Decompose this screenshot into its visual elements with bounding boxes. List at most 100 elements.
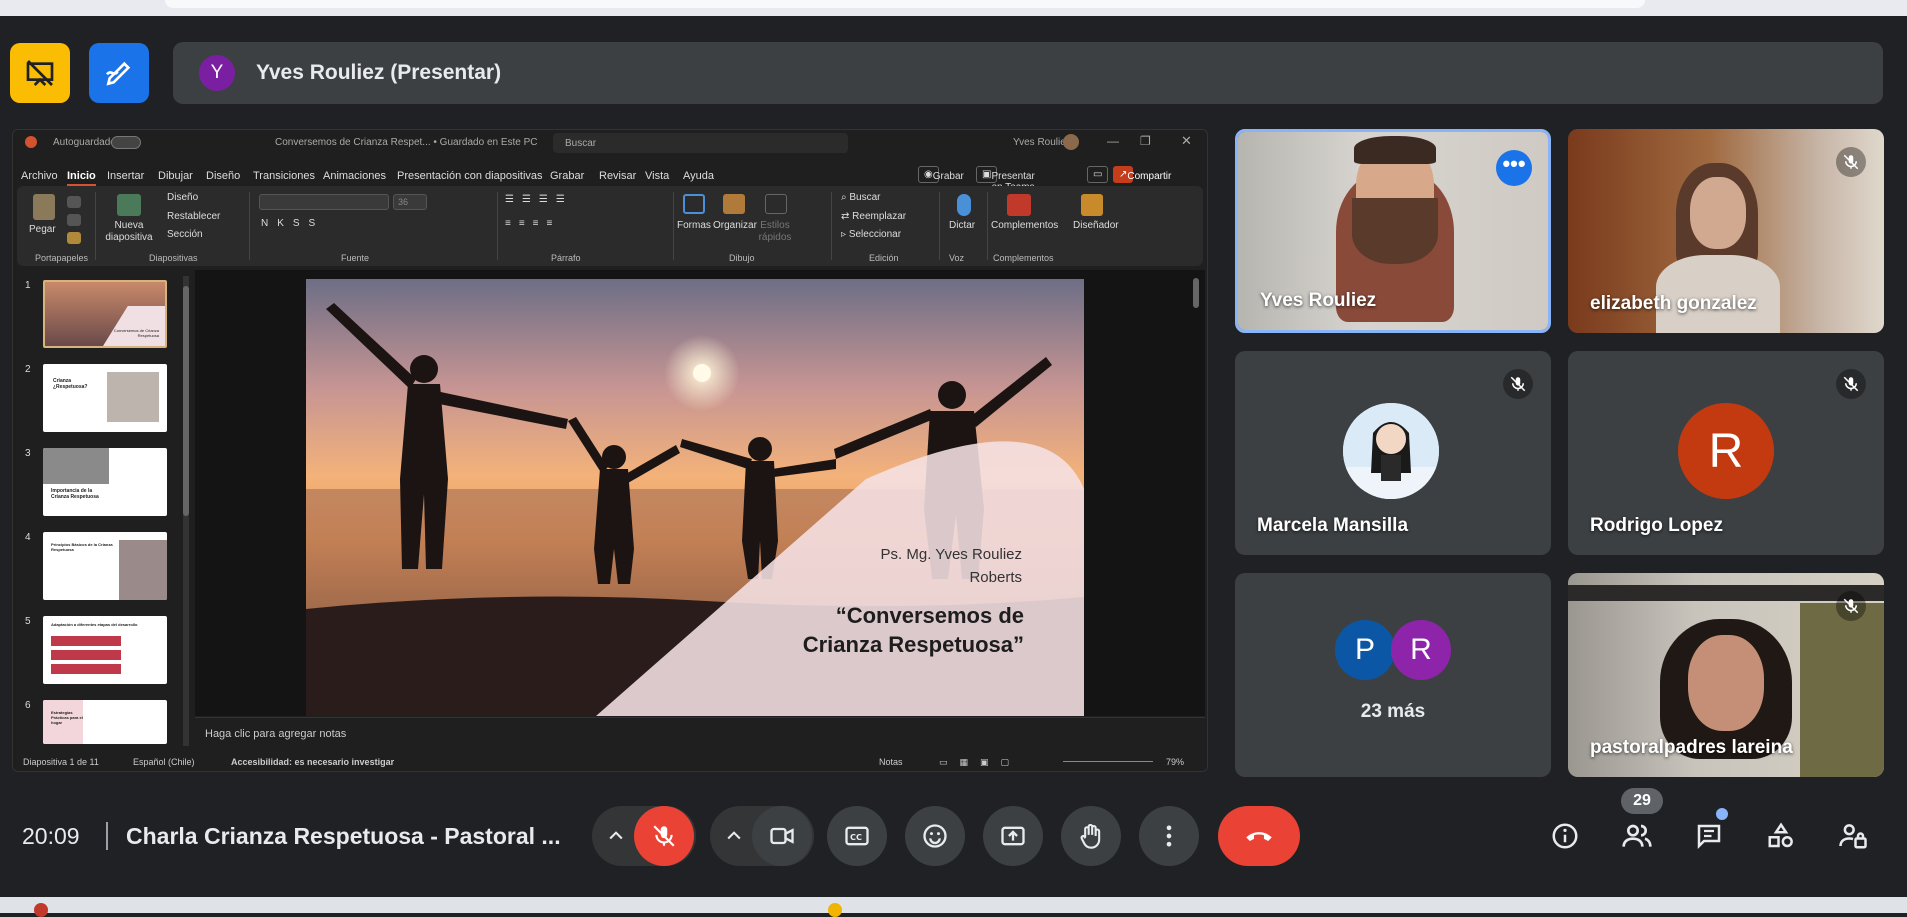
zoom-slider[interactable] [1063,761,1153,762]
tile-marcela-mansilla[interactable]: Marcela Mansilla [1235,351,1551,555]
ppt-ribbon: Pegar Nueva diapositiva Diseño Restablec… [17,186,1203,266]
leave-call-button[interactable] [1218,806,1300,866]
menu-inicio[interactable]: Inicio [67,170,96,186]
format-painter-icon[interactable] [67,232,81,244]
thumb-num-3: 3 [25,448,31,459]
meeting-info-button[interactable] [1548,819,1582,853]
close-icon[interactable]: ✕ [1181,133,1192,149]
select-button[interactable]: ▹ Seleccionar [841,229,901,240]
slide-thumb-5[interactable]: Adaptación a diferentes etapas del desar… [43,616,167,684]
info-icon [1552,823,1578,849]
menu-diseno[interactable]: Diseño [206,170,240,182]
raise-hand-button[interactable] [1061,806,1121,866]
menu-grabar[interactable]: Grabar [550,170,584,182]
presentation-off-icon [26,60,54,86]
menu-dibujar[interactable]: Dibujar [158,170,193,182]
teams-button[interactable]: ▣ Presentar en Teams [976,166,1035,193]
annotate-button[interactable] [89,43,149,103]
slide-thumb-1[interactable]: Conversemos de Crianza Respetuosa [43,280,167,348]
reactions-button[interactable] [905,806,965,866]
thumb-num-6: 6 [25,700,31,711]
quick-styles-icon[interactable] [765,194,787,214]
tile-more-participants[interactable]: P R 23 más [1235,573,1551,777]
menu-insertar[interactable]: Insertar [107,170,144,182]
font-family-select[interactable] [259,194,389,210]
present-screen-button[interactable] [983,806,1043,866]
notes-toggle[interactable]: Notas [879,757,903,767]
presentation-off-button[interactable] [10,43,70,103]
tile-pastoralpadres-lareina[interactable]: pastoralpadres lareina [1568,573,1884,777]
dictate-label: Dictar [949,220,976,231]
font-size-select[interactable]: 36 [393,194,427,210]
layout-button[interactable]: Diseño [167,192,198,203]
camera-toggle-button[interactable] [752,806,812,866]
reset-button[interactable]: Restablecer [167,211,220,222]
menu-archivo[interactable]: Archivo [21,170,58,182]
people-button[interactable] [1620,819,1654,853]
tile-rodrigo-lopez[interactable]: R Rodrigo Lopez [1568,351,1884,555]
record-button[interactable]: ◉ Grabar [918,166,964,183]
dictate-mic-icon[interactable] [957,194,971,216]
activities-button[interactable] [1764,819,1798,853]
new-slide-icon[interactable] [117,194,141,216]
arrange-icon[interactable] [723,194,745,214]
participant-count-badge: 29 [1621,788,1663,814]
slide-thumb-3[interactable]: Importancia de la Crianza Respetuosa [43,448,167,516]
tile-elizabeth-gonzalez[interactable]: elizabeth gonzalez [1568,129,1884,333]
more-options-button[interactable] [1139,806,1199,866]
pen-annotate-icon [105,61,131,86]
menu-ayuda[interactable]: Ayuda [683,170,714,182]
slide-thumb-6[interactable]: Estrategias Prácticas para el hogar [43,700,167,744]
videocam-icon [770,827,794,845]
font-style-buttons[interactable]: NKSS [261,218,324,229]
mic-toggle-button[interactable] [634,806,694,866]
menu-vista[interactable]: Vista [645,170,669,182]
captions-button[interactable]: CC [827,806,887,866]
share-button[interactable]: ↗ Compartir [1113,166,1171,183]
slide-thumb-4[interactable]: Principios Básicos de la Crianza Respetu… [43,532,167,600]
chevron-up-icon[interactable] [724,826,744,846]
minimize-icon[interactable]: — [1107,134,1119,148]
shapes-icon[interactable] [683,194,705,214]
tile-yves-rouliez[interactable]: ••• Yves Rouliez [1235,129,1551,333]
list-buttons[interactable]: ☰☰☰☰ [505,194,573,205]
mic-off-icon [1510,376,1526,392]
host-controls-button[interactable] [1836,819,1870,853]
quick-styles-label: Estilos rápidos [758,220,792,243]
chat-icon [1697,824,1721,850]
current-slide[interactable]: Ps. Mg. Yves Rouliez Roberts “Conversemo… [306,279,1084,716]
align-buttons[interactable]: ≡≡≡≡ [505,218,560,229]
designer-icon[interactable] [1081,194,1103,216]
replace-button[interactable]: ⇄ Reemplazar [841,211,906,222]
addins-icon[interactable] [1007,194,1031,216]
call-end-icon [1246,832,1272,841]
menu-animaciones[interactable]: Animaciones [323,170,386,182]
chevron-up-icon[interactable] [606,826,626,846]
paste-icon[interactable] [33,194,55,220]
thumbs-scrollbar[interactable] [183,276,189,746]
menu-presentacion[interactable]: Presentación con diapositivas [397,170,543,182]
menu-transiciones[interactable]: Transiciones [253,170,315,182]
more-options-icon[interactable]: ••• [1496,150,1532,186]
chat-button[interactable] [1692,819,1726,853]
find-button[interactable]: ⌕ Buscar [841,192,881,203]
slide-scrollbar[interactable] [1193,278,1199,308]
menu-revisar[interactable]: Revisar [599,170,636,182]
view-buttons[interactable]: ▭▦▣▢ [939,757,1021,768]
lock-person-icon [1839,824,1867,849]
restore-icon[interactable]: ❐ [1140,134,1151,148]
comment-button[interactable]: ▭ [1087,166,1109,183]
group-addins: Complementos [993,253,1054,263]
notes-pane[interactable]: Haga clic para agregar notas [195,717,1205,749]
autosave-toggle[interactable] [111,136,141,149]
closed-caption-icon: CC [845,826,869,846]
accessibility-status[interactable]: Accesibilidad: es necesario investigar [231,757,394,767]
slide-thumb-2[interactable]: Crianza ¿Respetuosa? [43,364,167,432]
marcela-avatar [1343,403,1439,499]
ppt-search-box[interactable]: Buscar [553,133,848,153]
thumb-num-1: 1 [25,280,31,291]
chat-unread-dot [1716,808,1728,820]
section-button[interactable]: Sección [167,229,203,240]
cut-icon[interactable] [67,196,81,208]
copy-icon[interactable] [67,214,81,226]
